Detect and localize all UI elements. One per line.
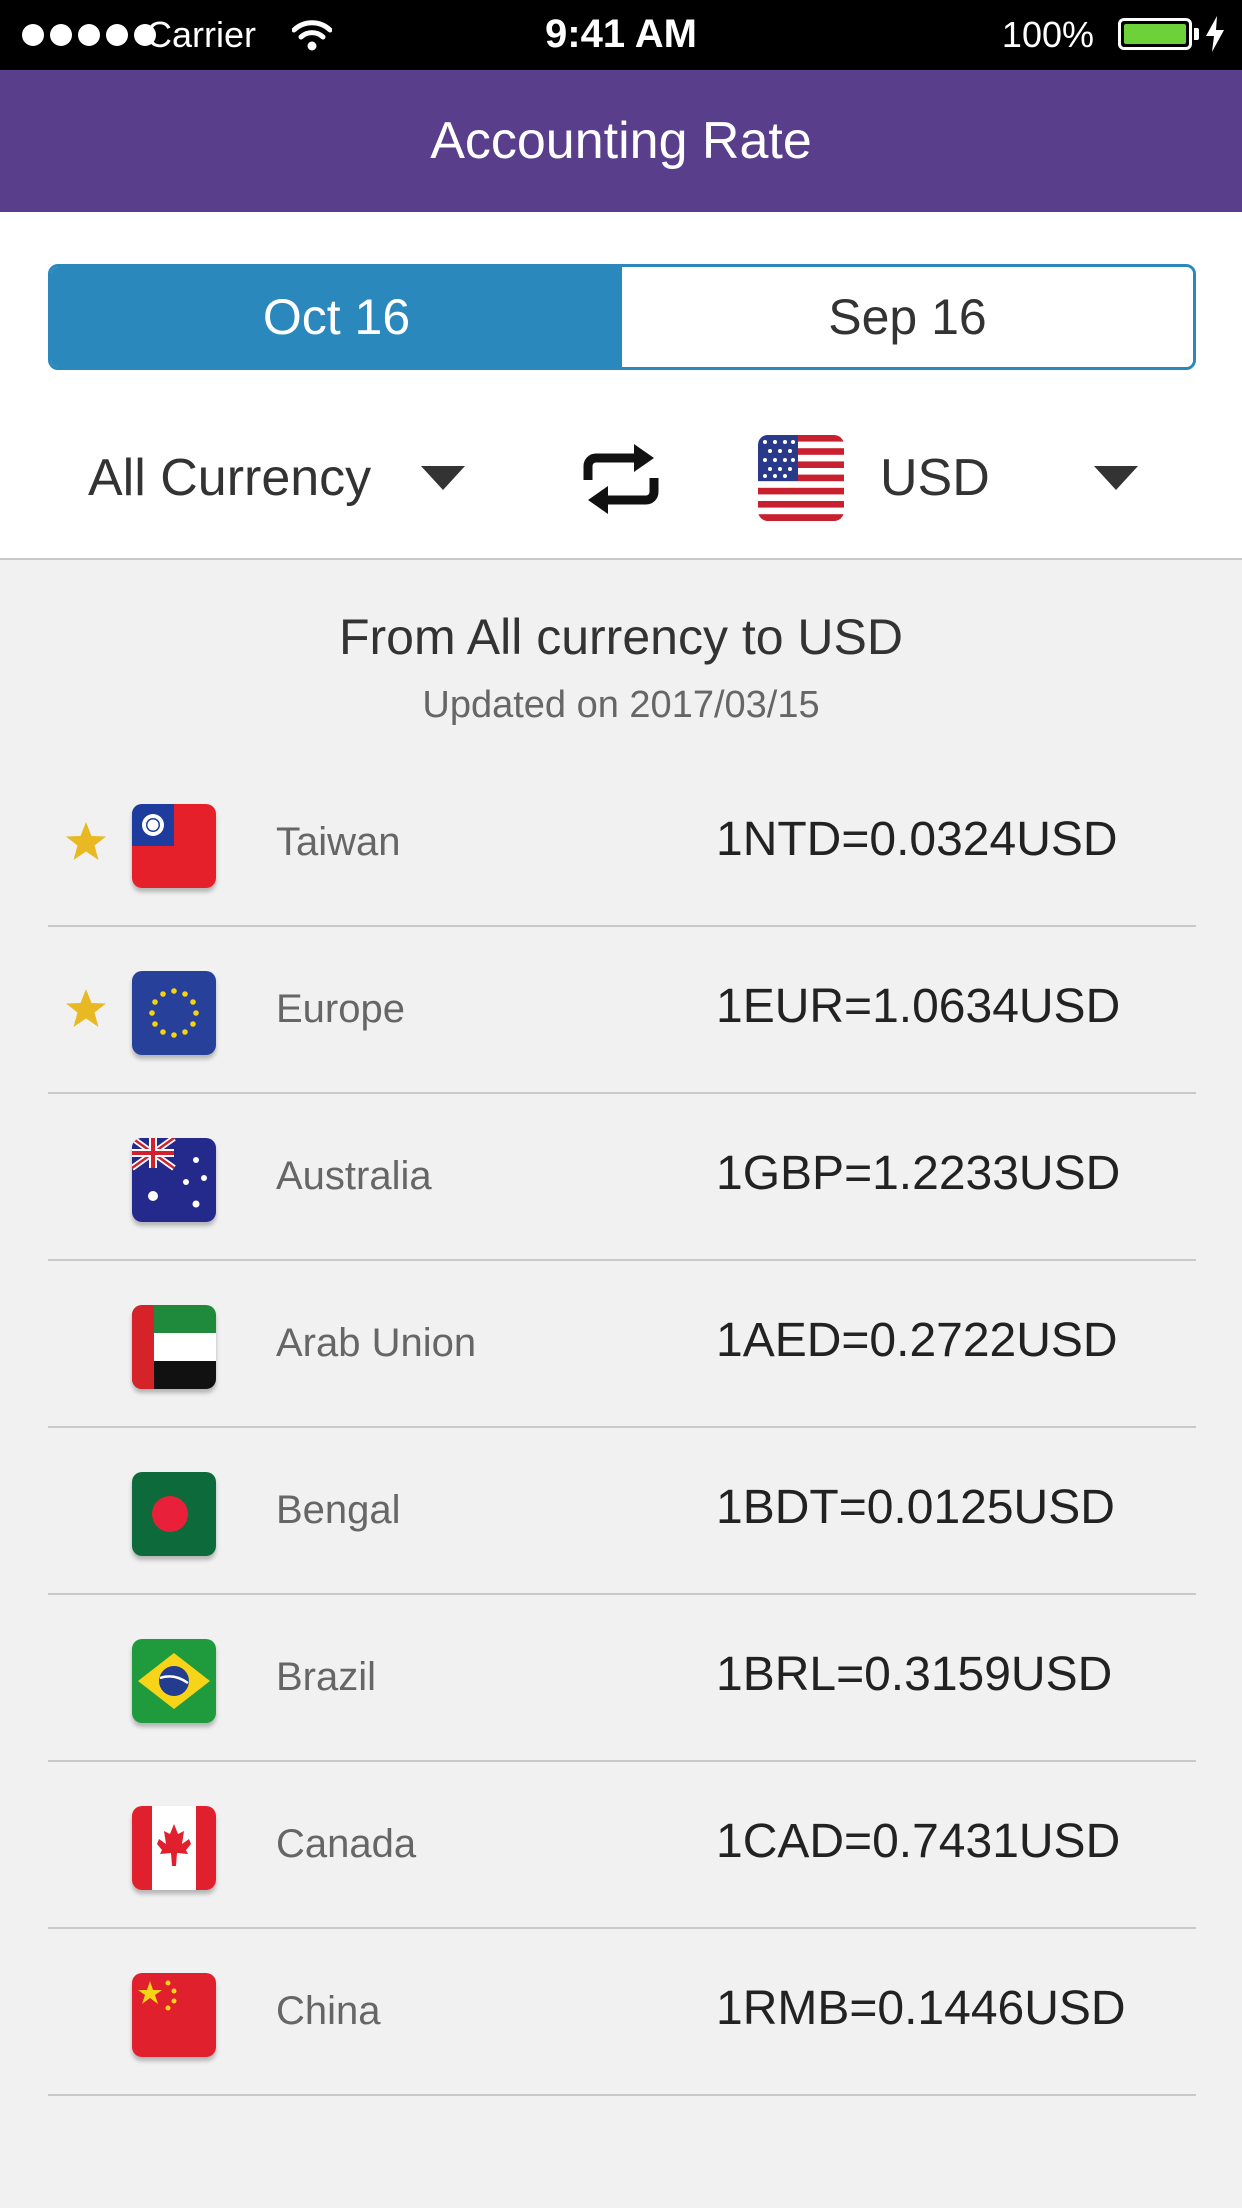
list-item[interactable]: Canada 1CAD=0.7431USD	[48, 1762, 1196, 1929]
currency-selector-row: All Currency USD	[0, 408, 1242, 548]
us-flag-icon	[758, 435, 844, 521]
brazil-flag-icon	[132, 1639, 216, 1723]
star-icon[interactable]	[64, 820, 108, 864]
australia-flag-icon	[132, 1138, 216, 1222]
country-name: Australia	[276, 1154, 432, 1198]
list-item[interactable]: Brazil 1BRL=0.3159USD	[48, 1595, 1196, 1762]
country-name: Brazil	[276, 1655, 377, 1699]
taiwan-flag-icon	[132, 804, 216, 888]
list-item[interactable]: Australia 1GBP=1.2233USD	[48, 1094, 1196, 1261]
tab-sep-16[interactable]: Sep 16	[622, 267, 1193, 367]
uae-flag-icon	[132, 1305, 216, 1389]
tab-oct-16[interactable]: Oct 16	[51, 267, 622, 367]
exchange-rate: 1BRL=0.3159USD	[716, 1648, 1113, 1701]
status-bar: Carrier 9:41 AM 100%	[0, 0, 1242, 70]
country-name: China	[276, 1989, 381, 2033]
page-title: Accounting Rate	[430, 112, 812, 170]
from-currency-label: All Currency	[88, 449, 372, 507]
date-segmented-control: Oct 16 Sep 16	[48, 264, 1196, 370]
updated-date: Updated on 2017/03/15	[422, 684, 820, 726]
battery-percentage: 100%	[1001, 14, 1094, 55]
to-currency-dropdown[interactable]: USD	[758, 428, 1138, 528]
conversion-summary-title: From All currency to USD	[338, 609, 903, 665]
list-item[interactable]: Bengal 1BDT=0.0125USD	[48, 1428, 1196, 1595]
china-flag-icon	[132, 1973, 216, 2057]
star-icon[interactable]	[64, 987, 108, 1031]
filter-panel: Oct 16 Sep 16 All Currency USD	[0, 212, 1242, 560]
bangladesh-flag-icon	[132, 1472, 216, 1556]
eu-flag-icon	[132, 971, 216, 1055]
battery-icon	[1118, 18, 1192, 50]
list-item[interactable]: Europe 1EUR=1.0634USD	[48, 927, 1196, 1094]
exchange-rate: 1GBP=1.2233USD	[716, 1147, 1121, 1200]
from-currency-dropdown[interactable]: All Currency	[88, 428, 466, 528]
to-currency-code: USD	[880, 449, 990, 507]
exchange-rate: 1RMB=0.1446USD	[716, 1982, 1126, 2035]
list-item[interactable]: China 1RMB=0.1446USD	[48, 1929, 1196, 2096]
country-name: Taiwan	[276, 820, 401, 864]
exchange-rate: 1NTD=0.0324USD	[716, 813, 1118, 866]
country-name: Bengal	[276, 1488, 401, 1532]
app-header: Accounting Rate	[0, 70, 1242, 212]
country-name: Europe	[276, 987, 405, 1031]
list-item[interactable]: Taiwan 1NTD=0.0324USD	[48, 760, 1196, 927]
charging-icon	[1206, 16, 1224, 52]
exchange-rate: 1BDT=0.0125USD	[716, 1481, 1115, 1534]
chevron-down-icon	[421, 466, 466, 490]
chevron-down-icon	[1094, 466, 1138, 490]
swap-icon[interactable]	[578, 436, 664, 522]
country-name: Arab Union	[276, 1321, 477, 1365]
rate-list: Taiwan 1NTD=0.0324USD Europe 1EUR=1.0634…	[48, 760, 1196, 2096]
exchange-rate: 1AED=0.2722USD	[716, 1314, 1118, 1367]
exchange-rate: 1EUR=1.0634USD	[716, 980, 1121, 1033]
country-name: Canada	[276, 1822, 417, 1866]
canada-flag-icon	[132, 1806, 216, 1890]
list-item[interactable]: Arab Union 1AED=0.2722USD	[48, 1261, 1196, 1428]
exchange-rate: 1CAD=0.7431USD	[716, 1815, 1121, 1868]
